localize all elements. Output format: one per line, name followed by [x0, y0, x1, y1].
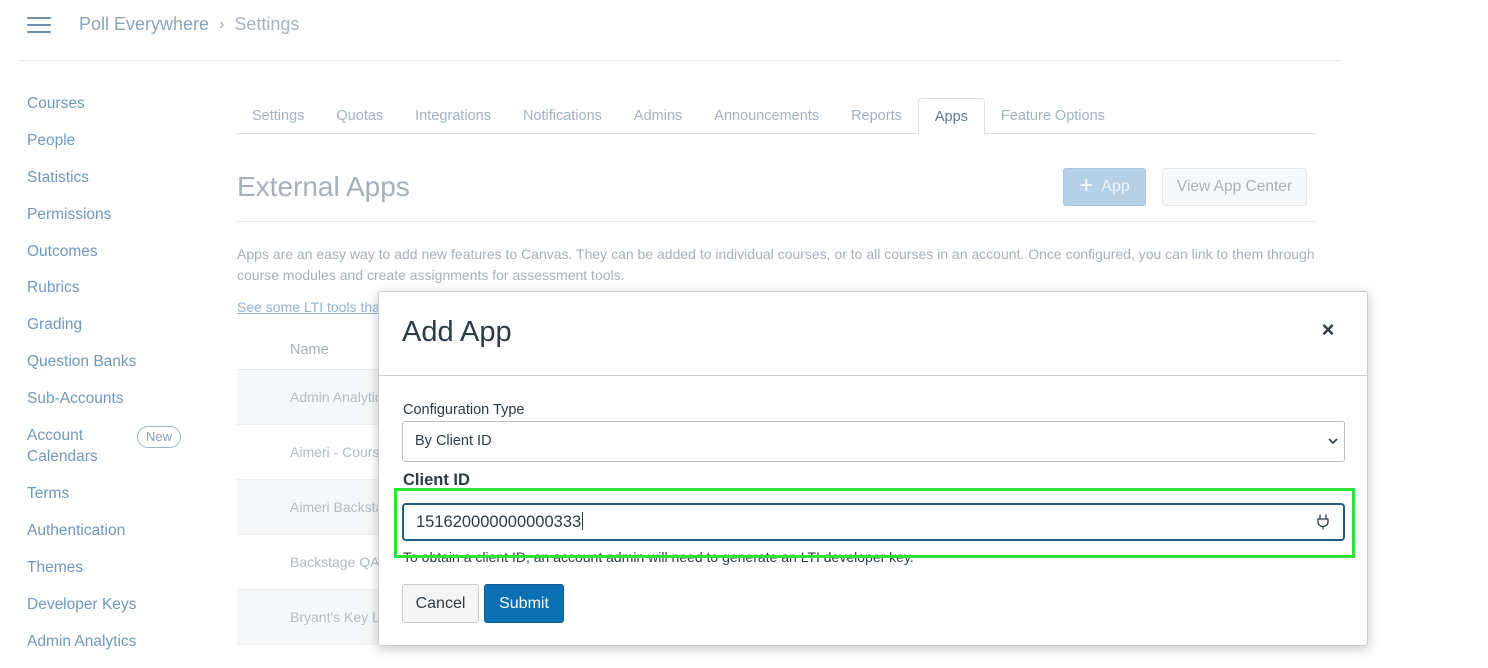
sidebar-item-label: Grading: [27, 316, 83, 334]
sidebar-item-label: Courses: [27, 95, 85, 112]
configuration-type-select[interactable]: By Client ID: [402, 421, 1345, 462]
sidebar-item-terms[interactable]: Terms: [27, 482, 207, 519]
sidebar-item-question-banks[interactable]: Question Banks: [27, 350, 207, 387]
client-id-input[interactable]: 151620000000000333: [402, 503, 1345, 541]
sidebar-item-label: Permissions: [27, 205, 112, 223]
sidebar-item-label: Developer Keys: [27, 595, 137, 613]
sidebar-item-label: People: [27, 131, 76, 149]
chevron-down-icon: [1328, 438, 1338, 445]
sidebar-item-label: Statistics: [27, 168, 90, 186]
tab-admins[interactable]: Admins: [618, 98, 698, 134]
cancel-button[interactable]: Cancel: [402, 584, 479, 623]
tab-integrations[interactable]: Integrations: [399, 98, 507, 134]
sidebar-item-outcomes[interactable]: Outcomes: [27, 240, 207, 277]
account-sidebar: Courses People Statistics Permissions Ou…: [27, 92, 207, 666]
tab-reports[interactable]: Reports: [835, 98, 918, 134]
sidebar-item-authentication[interactable]: Authentication: [27, 519, 207, 556]
breadcrumb-separator-icon: ›: [219, 15, 225, 33]
sidebar-item-label: Account Calendars: [27, 427, 98, 466]
tab-announcements[interactable]: Announcements: [698, 98, 835, 134]
tab-feature-options[interactable]: Feature Options: [985, 98, 1121, 134]
sidebar-item-themes[interactable]: Themes: [27, 556, 207, 593]
tab-apps[interactable]: Apps: [917, 98, 985, 135]
submit-button[interactable]: Submit: [484, 584, 564, 623]
client-id-label: Client ID: [403, 471, 470, 489]
sidebar-item-courses[interactable]: Courses: [27, 92, 207, 129]
modal-header: Add App ×: [379, 292, 1367, 376]
tab-quotas[interactable]: Quotas: [320, 98, 399, 134]
sidebar-item-label: Outcomes: [27, 242, 98, 260]
sidebar-item-label: Sub-Accounts: [27, 390, 124, 408]
add-app-button[interactable]: + App: [1063, 168, 1146, 206]
sidebar-item-account-calendars[interactable]: Account Calendars New: [27, 424, 207, 482]
sidebar-item-rubrics[interactable]: Rubrics: [27, 276, 207, 313]
header-divider: [20, 60, 1340, 61]
client-id-value: 151620000000000333: [416, 513, 582, 531]
sidebar-item-admin-analytics[interactable]: Admin Analytics: [27, 630, 207, 667]
breadcrumb: Poll Everywhere › Settings: [79, 14, 299, 35]
settings-tabs: Settings Quotas Integrations Notificatio…: [237, 98, 1315, 135]
configuration-type-label: Configuration Type: [403, 402, 525, 418]
view-app-center-button[interactable]: View App Center: [1162, 168, 1307, 206]
apps-description: Apps are an easy way to add new features…: [237, 246, 1315, 283]
sidebar-item-label: Admin Analytics: [27, 632, 137, 650]
sidebar-item-label: Question Banks: [27, 353, 137, 371]
canvas-admin-page: Poll Everywhere › Settings Courses Peopl…: [0, 0, 1488, 668]
text-caret: [582, 512, 584, 530]
sidebar-item-label: Themes: [27, 558, 83, 576]
configuration-type-value: By Client ID: [415, 433, 492, 449]
add-app-modal: Add App × Configuration Type By Client I…: [378, 291, 1368, 646]
sidebar-item-statistics[interactable]: Statistics: [27, 166, 207, 203]
close-icon[interactable]: ×: [1317, 319, 1339, 341]
sidebar-item-people[interactable]: People: [27, 129, 207, 166]
sidebar-item-label: Terms: [27, 485, 70, 503]
sidebar-item-permissions[interactable]: Permissions: [27, 203, 207, 240]
page-title: External Apps: [237, 171, 410, 202]
breadcrumb-account[interactable]: Poll Everywhere: [79, 14, 209, 35]
sidebar-item-label: Rubrics: [27, 279, 80, 297]
add-app-label: App: [1101, 178, 1130, 195]
client-id-help-text: To obtain a client ID, an account admin …: [403, 549, 914, 565]
new-badge: New: [137, 426, 182, 449]
sidebar-item-grading[interactable]: Grading: [27, 313, 207, 350]
plus-icon: +: [1079, 172, 1094, 199]
breadcrumb-current: Settings: [234, 14, 300, 34]
tab-settings[interactable]: Settings: [237, 98, 320, 134]
plug-icon[interactable]: [1315, 514, 1331, 530]
hamburger-menu-icon[interactable]: [27, 17, 51, 35]
title-divider: [237, 221, 1315, 222]
modal-title: Add App: [402, 316, 512, 348]
sidebar-item-sub-accounts[interactable]: Sub-Accounts: [27, 387, 207, 424]
sidebar-item-label: Authentication: [27, 521, 126, 539]
lti-tools-link[interactable]: See some LTI tools tha: [237, 299, 380, 315]
sidebar-item-developer-keys[interactable]: Developer Keys: [27, 593, 207, 630]
tab-notifications[interactable]: Notifications: [507, 98, 618, 134]
